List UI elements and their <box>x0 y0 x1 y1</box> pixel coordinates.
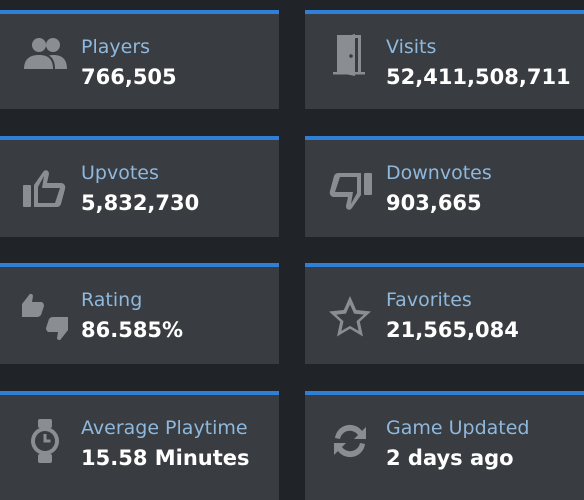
thumbs-up-down-icon <box>20 292 70 342</box>
stat-card-upvotes: Upvotes 5,832,730 <box>0 136 279 237</box>
thumbs-up-icon <box>20 165 70 215</box>
stat-card-players: Players 766,505 <box>0 10 279 109</box>
stat-value: 21,565,084 <box>386 318 519 342</box>
star-icon <box>325 292 375 342</box>
stat-label: Average Playtime <box>81 417 248 439</box>
stat-card-game-updated: Game Updated 2 days ago <box>305 391 584 500</box>
stat-value: 15.58 Minutes <box>81 446 250 470</box>
stat-value: 5,832,730 <box>81 191 200 215</box>
stat-card-average-playtime: Average Playtime 15.58 Minutes <box>0 391 279 500</box>
stat-card-downvotes: Downvotes 903,665 <box>305 136 584 237</box>
players-icon <box>20 29 70 79</box>
stat-card-visits: Visits 52,411,508,711 <box>305 10 584 109</box>
stat-value: 52,411,508,711 <box>386 65 571 89</box>
stat-label: Downvotes <box>386 162 492 184</box>
stat-value: 86.585% <box>81 318 184 342</box>
stat-value: 766,505 <box>81 65 177 89</box>
stat-value: 903,665 <box>386 191 482 215</box>
thumbs-down-icon <box>325 165 375 215</box>
stat-label: Rating <box>81 289 143 311</box>
stat-label: Upvotes <box>81 162 159 184</box>
stat-label: Favorites <box>386 289 472 311</box>
watch-icon <box>20 416 70 466</box>
stat-label: Visits <box>386 36 437 58</box>
door-icon <box>325 29 375 79</box>
stat-label: Players <box>81 36 151 58</box>
stat-label: Game Updated <box>386 417 530 439</box>
stat-value: 2 days ago <box>386 446 514 470</box>
stat-card-favorites: Favorites 21,565,084 <box>305 263 584 364</box>
stats-grid: Players 766,505 Visits 52,411,508,711 Up… <box>0 0 584 500</box>
stat-card-rating: Rating 86.585% <box>0 263 279 364</box>
refresh-icon <box>325 416 375 466</box>
